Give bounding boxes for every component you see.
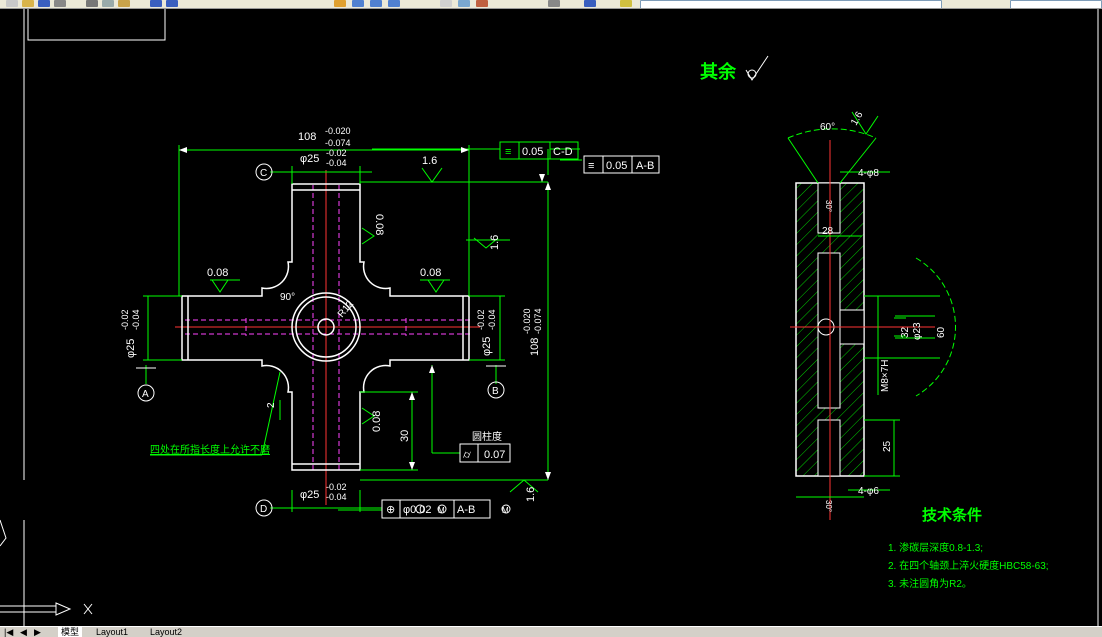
save-icon[interactable] bbox=[38, 0, 50, 7]
side-dim-28: 28 bbox=[822, 226, 834, 237]
note-green: 四处在所指长度上允许不磨 bbox=[150, 443, 270, 456]
side-thread: M8×7H bbox=[880, 359, 891, 392]
new-file-icon[interactable] bbox=[6, 0, 18, 7]
datum-a-label: A bbox=[142, 389, 149, 400]
drawing-border bbox=[23, 9, 1099, 626]
tolerance-frames bbox=[381, 141, 660, 519]
tol-cyl-value: 0.07 bbox=[484, 449, 505, 461]
tech-requirements: 技术条件 1. 渗碳层深度0.8-1.3; 2. 在四个轴颈上淬火硬度HBC58… bbox=[888, 506, 1049, 590]
side-dim-32: 32 bbox=[900, 326, 911, 338]
dim-phi25-left: φ25 bbox=[125, 339, 137, 358]
style-dropdown[interactable] bbox=[1010, 0, 1102, 8]
datum-markers bbox=[136, 163, 506, 517]
side-dim-25: 25 bbox=[882, 440, 893, 452]
sym-icon-1: ≡ bbox=[505, 146, 511, 158]
dim-phi25-left-tol-lower: -0.04 bbox=[131, 309, 141, 330]
undo-icon[interactable] bbox=[150, 0, 162, 7]
title-block-corner bbox=[27, 9, 166, 41]
position-icon: ⊕ bbox=[386, 504, 395, 516]
tol-pos-datum: A-B bbox=[457, 504, 475, 516]
dim-phi25-bottom: φ25 bbox=[300, 489, 319, 501]
dim-phi25-bottom-tol-upper: -0.02 bbox=[326, 482, 347, 492]
tech-item-2: 2. 在四个轴颈上淬火硬度HBC58-63; bbox=[888, 559, 1049, 572]
dim-overall-right-tol-lower: -0.074 bbox=[533, 308, 543, 334]
tech-item-3: 3. 未注圆角为R2。 bbox=[888, 577, 972, 590]
paste-icon[interactable] bbox=[118, 0, 130, 7]
dim-phi25-top-tol-upper: -0.02 bbox=[326, 148, 347, 158]
zoom-window-icon[interactable] bbox=[370, 0, 382, 7]
dim-phi25-right-tol-upper: -0.02 bbox=[476, 309, 486, 330]
tol-pos-value: φ0.02 bbox=[403, 504, 432, 516]
copy-icon[interactable] bbox=[102, 0, 114, 7]
dim-2: 2 bbox=[266, 402, 277, 408]
tech-title: 技术条件 bbox=[922, 506, 982, 524]
side-hole-4-phi8: 4-φ8 bbox=[858, 168, 879, 179]
tol-sym-2-datum: A-B bbox=[636, 160, 654, 172]
front-view-texts: 108 -0.020 -0.074 φ25 -0.02 -0.04 φ25 -0… bbox=[120, 126, 654, 516]
dim-phi25-bottom-tol-lower: -0.04 bbox=[326, 492, 347, 502]
sym-icon-2: ≡ bbox=[588, 160, 594, 172]
tol-cyl-label: 圆柱度 bbox=[472, 430, 502, 443]
rough-0-08-c: 0.08 bbox=[373, 214, 385, 235]
tech-item-1: 1. 渗碳层深度0.8-1.3; bbox=[888, 541, 983, 554]
rough-1-6-a: 1.6 bbox=[422, 155, 437, 167]
dim-30: 30 bbox=[399, 430, 411, 442]
properties-icon[interactable] bbox=[440, 0, 452, 7]
dim-overall-top: 108 bbox=[298, 131, 316, 143]
rough-0-08-d: 0.08 bbox=[371, 411, 383, 432]
zoom-previous-icon[interactable] bbox=[388, 0, 400, 7]
zoom-realtime-icon[interactable] bbox=[352, 0, 364, 7]
tool-palette-icon[interactable] bbox=[476, 0, 488, 7]
rough-1-6-b: 1.6 bbox=[489, 235, 501, 250]
tol-pos-mod: M bbox=[438, 506, 445, 515]
calculator-icon[interactable] bbox=[548, 0, 560, 7]
toolbar bbox=[0, 0, 1102, 9]
dim-phi25-top-tol-lower: -0.04 bbox=[326, 158, 347, 168]
design-center-icon[interactable] bbox=[458, 0, 470, 7]
ucs-icon bbox=[0, 519, 93, 616]
side-dim-30-bottom: 30° bbox=[824, 500, 833, 512]
rough-1-6-c: 1.6 bbox=[525, 487, 537, 502]
side-hole-4-phi6: 4-φ6 bbox=[858, 486, 879, 497]
side-rough-16: 1.6 bbox=[849, 110, 866, 128]
side-view: 60° 1.6 4-φ8 28 32 φ23 60 M8×7H 25 4-φ6 … bbox=[787, 110, 956, 520]
dim-phi25-right-tol-lower: -0.04 bbox=[487, 309, 497, 330]
dim-overall-right-tol-upper: -0.020 bbox=[522, 308, 532, 334]
tol-pos-datum-mod: M bbox=[502, 506, 509, 515]
dim-phi25-right: φ25 bbox=[481, 337, 493, 356]
redo-icon[interactable] bbox=[166, 0, 178, 7]
layout-tabs: |◀ ◀ ▶ 模型 Layout1 Layout2 bbox=[0, 626, 1102, 637]
datum-c-label: C bbox=[260, 168, 267, 179]
layer-icon[interactable] bbox=[620, 0, 632, 7]
dim-phi25-left-tol-upper: -0.02 bbox=[120, 309, 130, 330]
pan-icon[interactable] bbox=[334, 0, 346, 7]
tol-sym-1-value: 0.05 bbox=[522, 146, 543, 158]
tol-sym-1-datum: C-D bbox=[553, 146, 573, 158]
dim-phi25-top: φ25 bbox=[300, 153, 319, 165]
datum-d-label: D bbox=[260, 504, 267, 515]
cylindricity-icon: ⌭ bbox=[463, 449, 471, 461]
dimension-lines bbox=[143, 145, 582, 512]
layer-dropdown[interactable] bbox=[640, 0, 942, 8]
roughness-other-label: 其余 bbox=[700, 61, 737, 82]
dim-overall-right: 108 bbox=[529, 338, 541, 356]
rough-0-08-a: 0.08 bbox=[207, 267, 228, 279]
drawing-canvas[interactable]: 108 -0.020 -0.074 φ25 -0.02 -0.04 φ25 -0… bbox=[0, 9, 1102, 626]
help-icon[interactable] bbox=[584, 0, 596, 7]
open-file-icon[interactable] bbox=[22, 0, 34, 7]
side-dim-23: φ23 bbox=[912, 322, 923, 340]
side-dim-30-top: 30° bbox=[824, 200, 833, 212]
cross-shaft-front-view bbox=[136, 141, 660, 519]
datum-b-label: B bbox=[492, 386, 499, 397]
side-angle-60: 60° bbox=[820, 122, 835, 133]
angle-90: 90° bbox=[280, 292, 295, 303]
roughness-other: 其余 bbox=[700, 55, 769, 82]
dim-overall-top-tol-lower: -0.074 bbox=[325, 138, 351, 148]
rough-0-08-b: 0.08 bbox=[420, 267, 441, 279]
dim-overall-top-tol-upper: -0.020 bbox=[325, 126, 351, 136]
tol-sym-2-value: 0.05 bbox=[606, 160, 627, 172]
print-icon[interactable] bbox=[54, 0, 66, 7]
side-dim-60: 60 bbox=[936, 326, 947, 338]
cut-icon[interactable] bbox=[86, 0, 98, 7]
